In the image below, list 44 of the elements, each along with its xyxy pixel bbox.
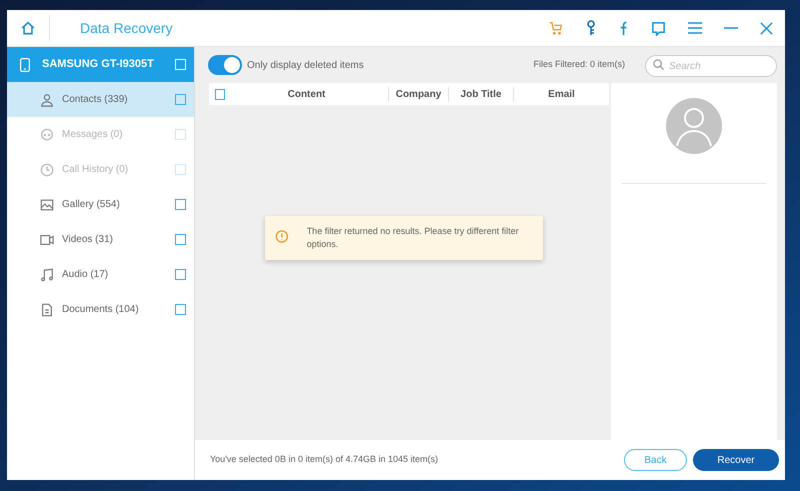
chat-bubble-icon[interactable] [651,20,666,36]
search-icon [653,58,664,70]
facebook-icon[interactable] [619,20,629,36]
window-title: Data Recovery [80,18,173,38]
home-icon[interactable] [21,21,35,35]
selection-summary: You've selected 0B in 0 item(s) of 4.74GB in 1045 item(s) [210,453,438,466]
key-icon[interactable] [585,20,597,36]
avatar-icon [666,98,722,154]
menu-icon[interactable] [688,22,702,34]
person-icon [40,92,54,106]
minimize-icon[interactable] [724,26,738,30]
warning-icon [275,229,289,244]
column-header[interactable]: Company [388,86,448,102]
chat-bubble-icon [40,128,54,142]
files-filtered-count: Files Filtered: 0 item(s) [533,58,625,72]
device-name: SAMSUNG GT-I9305T [42,57,154,72]
checkbox[interactable] [175,199,186,210]
device-header[interactable]: SAMSUNG GT-I9305T [7,47,194,82]
toggle-label: Only display deleted items [247,58,364,72]
image-icon [40,198,54,212]
checkbox[interactable] [175,269,186,280]
column-header[interactable]: Content [225,86,388,102]
clock-icon [40,162,54,176]
checkbox[interactable] [175,234,186,245]
toggle-switch[interactable] [208,55,242,75]
video-camera-icon [40,232,54,246]
column-header[interactable]: Email [513,86,609,102]
sidebar-item[interactable]: Contacts (339) [7,82,194,117]
phone-icon [20,58,30,72]
document-icon [40,302,54,316]
close-icon[interactable] [760,22,773,34]
notice-message: The filter returned no results. Please try different filter options. [306,225,520,251]
checkbox[interactable] [175,94,186,105]
recover-button[interactable]: Recover [693,449,779,471]
sidebar-item[interactable]: Gallery (554) [7,187,194,222]
sidebar-item[interactable]: Audio (17) [7,257,194,292]
cart-icon[interactable] [549,21,563,35]
music-note-icon [40,268,54,282]
checkbox[interactable] [215,88,225,100]
search-field[interactable]: Search [645,55,777,78]
checkbox[interactable] [175,304,186,315]
sidebar-item[interactable]: Videos (31) [7,222,194,257]
sidebar-item[interactable]: Documents (104) [7,292,194,327]
column-header[interactable]: Job Title [448,86,513,102]
